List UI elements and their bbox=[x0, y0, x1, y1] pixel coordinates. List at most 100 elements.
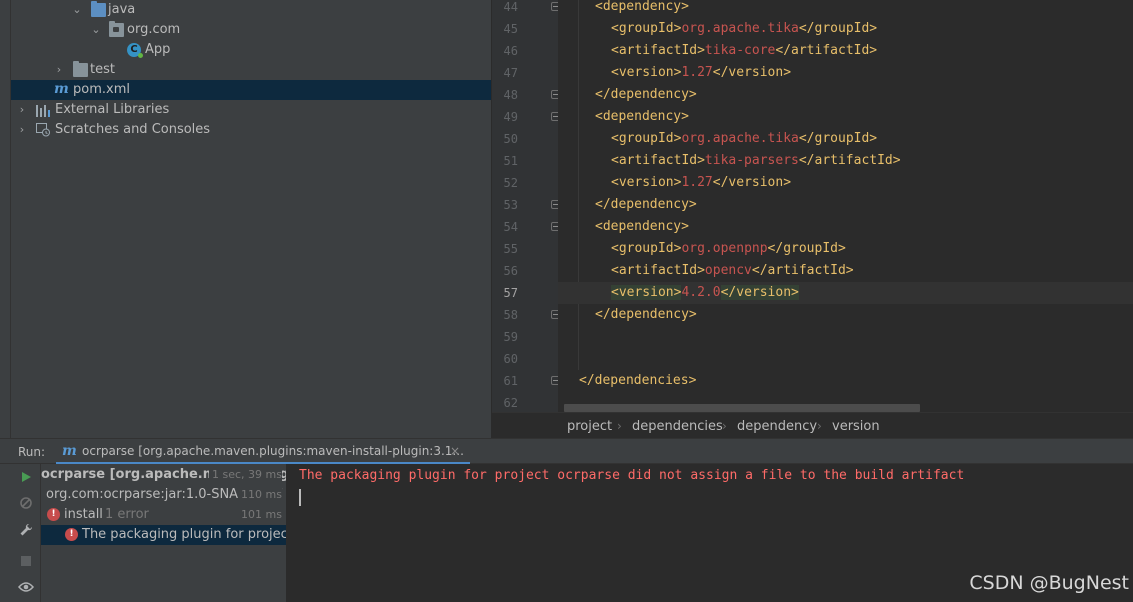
xml-tag: </artifactId> bbox=[751, 263, 854, 278]
xml-tag: </dependency> bbox=[595, 197, 697, 212]
xml-tag: </groupId> bbox=[798, 131, 878, 146]
code-line[interactable]: <version>4.2.0</version> bbox=[558, 282, 1133, 304]
tree-item-scratches[interactable]: › Scratches and Consoles bbox=[11, 120, 491, 140]
code-line[interactable]: <dependency> bbox=[558, 216, 1133, 238]
folder-icon bbox=[91, 1, 106, 17]
tree-item-app[interactable]: C App bbox=[11, 40, 491, 60]
line-number: 53 bbox=[503, 198, 518, 212]
build-tree-row[interactable]: ! The packaging plugin for project ocrpa… bbox=[41, 525, 286, 545]
tree-item-label: pom.xml bbox=[73, 82, 130, 97]
xml-value: 4.2.0 bbox=[681, 285, 721, 300]
code-content: <groupId>org.apache.tika</groupId> bbox=[611, 128, 877, 150]
close-icon[interactable]: × bbox=[450, 439, 460, 463]
tree-item-org-com[interactable]: ⌄ org.com bbox=[11, 20, 491, 40]
chevron-down-icon[interactable]: ⌄ bbox=[71, 0, 83, 20]
chevron-right-icon[interactable]: › bbox=[53, 60, 65, 80]
code-line[interactable]: <dependency> bbox=[558, 0, 1133, 18]
code-content: <artifactId>tika-core</artifactId> bbox=[611, 40, 877, 62]
xml-value: org.apache.tika bbox=[681, 131, 799, 146]
stop-icon[interactable] bbox=[17, 555, 35, 573]
left-tool-strip bbox=[0, 0, 11, 438]
chevron-right-icon[interactable]: › bbox=[16, 120, 28, 140]
code-line[interactable]: </dependency> bbox=[558, 194, 1133, 216]
chevron-right-icon[interactable]: › bbox=[16, 100, 28, 120]
horizontal-scrollbar[interactable] bbox=[564, 404, 920, 412]
run-tab[interactable]: m ocrparse [org.apache.maven.plugins:mav… bbox=[56, 439, 470, 465]
build-tree-row[interactable]: ! install 1 error 101 ms bbox=[41, 505, 286, 525]
xml-tag: <dependency> bbox=[595, 219, 689, 234]
code-content: </dependency> bbox=[595, 304, 697, 326]
build-tree-row[interactable]: org.com:ocrparse:jar:1.0-SNAPSHOT 110 ms bbox=[41, 485, 286, 505]
error-icon: ! bbox=[65, 528, 78, 541]
run-tab-title: ocrparse [org.apache.maven.plugins:maven… bbox=[82, 444, 464, 458]
xml-tag: <version> bbox=[611, 175, 682, 190]
xml-tag: <dependency> bbox=[595, 109, 689, 124]
toggle-view-icon[interactable] bbox=[17, 495, 35, 513]
code-line[interactable]: <artifactId>tika-core</artifactId> bbox=[558, 40, 1133, 62]
code-line[interactable]: <artifactId>opencv</artifactId> bbox=[558, 260, 1133, 282]
error-count-badge: 1 error bbox=[105, 507, 149, 522]
code-line[interactable]: <groupId>org.apache.tika</groupId> bbox=[558, 18, 1133, 40]
line-number: 54 bbox=[503, 220, 518, 234]
line-number: 47 bbox=[503, 66, 518, 80]
breadcrumb-separator-icon: › bbox=[617, 419, 622, 433]
xml-tag: <groupId> bbox=[611, 21, 682, 36]
library-icon bbox=[36, 103, 51, 117]
code-line[interactable]: <groupId>org.openpnp</groupId> bbox=[558, 238, 1133, 260]
xml-tag: <version> bbox=[611, 65, 682, 80]
tree-item-external-libraries[interactable]: › External Libraries bbox=[11, 100, 491, 120]
xml-value: 1.27 bbox=[681, 175, 713, 190]
project-tree: ⌄ java ⌄ org.com C App › test m pom.xml … bbox=[11, 0, 492, 438]
code-line[interactable] bbox=[558, 348, 1133, 370]
breadcrumb-separator-icon: › bbox=[722, 419, 727, 433]
build-time: 110 ms bbox=[238, 485, 282, 505]
tree-item-test[interactable]: › test bbox=[11, 60, 491, 80]
code-line[interactable] bbox=[558, 326, 1133, 348]
breadcrumb-item-project[interactable]: project bbox=[567, 413, 612, 440]
code-line[interactable]: </dependencies> bbox=[558, 370, 1133, 392]
tree-item-label: java bbox=[108, 2, 136, 17]
tree-item-java[interactable]: ⌄ java bbox=[11, 0, 491, 20]
breadcrumb: project › dependencies › dependency › ve… bbox=[492, 412, 1133, 439]
build-error-label: The packaging plugin for project ocrpars… bbox=[82, 527, 286, 542]
maven-icon: m bbox=[54, 81, 69, 97]
code-line[interactable]: <dependency> bbox=[558, 106, 1133, 128]
eye-icon[interactable] bbox=[17, 581, 35, 599]
line-number: 52 bbox=[503, 176, 518, 190]
code-content: <version>4.2.0</version> bbox=[611, 282, 799, 304]
code-line[interactable]: <groupId>org.apache.tika</groupId> bbox=[558, 128, 1133, 150]
code-line[interactable]: <version>1.27</version> bbox=[558, 62, 1133, 84]
code-content: <version>1.27</version> bbox=[611, 172, 791, 194]
folder-icon bbox=[73, 61, 88, 77]
code-line[interactable]: <artifactId>tika-parsers</artifactId> bbox=[558, 150, 1133, 172]
build-time: 101 ms bbox=[238, 505, 282, 525]
console-output[interactable]: The packaging plugin for project ocrpars… bbox=[287, 464, 1133, 602]
xml-tag: <version> bbox=[611, 285, 682, 300]
breadcrumb-item-dependency[interactable]: dependency bbox=[737, 413, 817, 440]
xml-tag: <dependency> bbox=[595, 0, 689, 14]
rerun-icon[interactable] bbox=[17, 470, 35, 488]
code-editor[interactable]: <dependency> <groupId>org.apache.tika</gr… bbox=[558, 0, 1133, 412]
line-number: 46 bbox=[503, 44, 518, 58]
code-content: <artifactId>opencv</artifactId> bbox=[611, 260, 854, 282]
chevron-down-icon[interactable]: ⌄ bbox=[90, 20, 102, 40]
breadcrumb-item-version[interactable]: version bbox=[832, 413, 880, 440]
error-icon: ! bbox=[47, 508, 60, 521]
tree-item-label: org.com bbox=[127, 22, 181, 37]
code-line[interactable]: <version>1.27</version> bbox=[558, 172, 1133, 194]
wrench-icon[interactable] bbox=[17, 522, 35, 540]
console-error-message: The packaging plugin for project ocrpars… bbox=[299, 468, 965, 483]
xml-value: org.openpnp bbox=[681, 241, 768, 256]
tree-item-pom-xml[interactable]: m pom.xml bbox=[11, 80, 491, 100]
line-number: 57 bbox=[503, 286, 518, 300]
breadcrumb-item-dependencies[interactable]: dependencies bbox=[632, 413, 723, 440]
code-line[interactable]: </dependency> bbox=[558, 304, 1133, 326]
xml-tag: </version> bbox=[720, 285, 799, 300]
code-line[interactable]: </dependency> bbox=[558, 84, 1133, 106]
code-content: <dependency> bbox=[595, 0, 689, 18]
line-number: 45 bbox=[503, 22, 518, 36]
breadcrumb-separator-icon: › bbox=[817, 419, 822, 433]
line-number: 51 bbox=[503, 154, 518, 168]
build-tree-row[interactable]: ocrparse [org.apache.maven.plugins:maven… bbox=[41, 465, 286, 485]
run-label: Run: bbox=[18, 445, 46, 459]
